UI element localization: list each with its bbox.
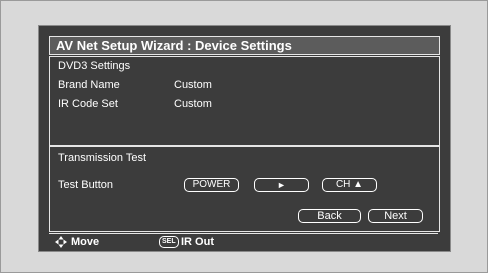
tv-bezel: AV Net Setup Wizard : Device Settings DV… [0, 0, 488, 273]
power-button[interactable]: POWER [184, 178, 239, 192]
play-button[interactable]: ► [254, 178, 309, 192]
help-bar: Move SEL IR Out [49, 233, 438, 248]
settings-heading: DVD3 Settings [58, 60, 131, 72]
test-heading: Transmission Test [58, 152, 147, 164]
test-button-label: Test Button [58, 179, 114, 191]
move-hint: Move [71, 236, 100, 248]
sel-badge: SEL [159, 236, 179, 248]
ir-code-set-value[interactable]: Custom [174, 98, 212, 111]
ir-out-hint: IR Out [181, 236, 214, 248]
window-title: AV Net Setup Wizard : Device Settings [56, 38, 292, 53]
brand-name-label: Brand Name [58, 79, 120, 91]
transmission-test-panel: Transmission Test Test Button POWER ► CH… [49, 146, 440, 232]
diamond-arrows-icon [55, 235, 67, 248]
brand-name-value[interactable]: Custom [174, 79, 212, 92]
title-bar: AV Net Setup Wizard : Device Settings [49, 36, 440, 55]
device-settings-panel: DVD3 Settings Brand Name Custom IR Code … [49, 56, 440, 146]
channel-up-button[interactable]: CH ▲ [322, 178, 377, 192]
ir-code-set-label: IR Code Set [58, 98, 118, 110]
wizard-screen: AV Net Setup Wizard : Device Settings DV… [38, 25, 451, 252]
back-button[interactable]: Back [298, 209, 361, 223]
next-button[interactable]: Next [368, 209, 423, 223]
